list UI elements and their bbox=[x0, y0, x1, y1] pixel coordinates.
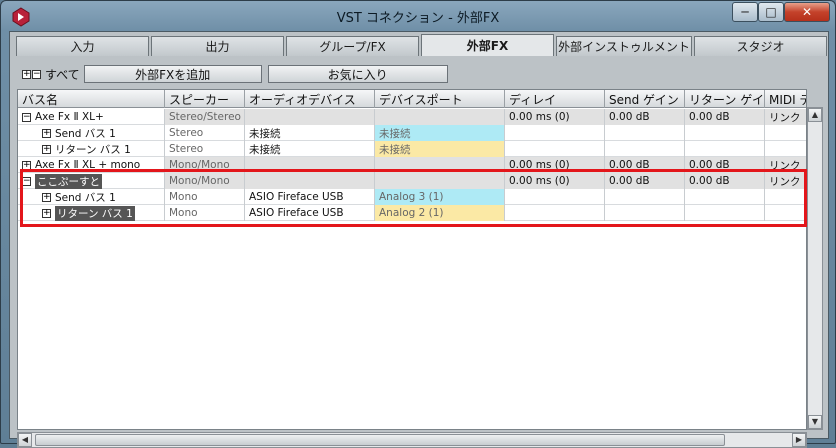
tab-external-fx[interactable]: 外部FX bbox=[421, 34, 554, 56]
cell-return-gain[interactable] bbox=[685, 141, 765, 157]
highlight-frame bbox=[20, 169, 807, 227]
scroll-down-icon[interactable]: ▼ bbox=[808, 415, 822, 429]
cell-delay[interactable]: 0.00 ms (0) bbox=[505, 109, 605, 125]
minimize-button[interactable]: ─ bbox=[732, 2, 758, 22]
add-external-fx-button[interactable]: 外部FXを追加 bbox=[83, 65, 262, 83]
cell-speaker[interactable]: Stereo bbox=[165, 141, 245, 157]
col-audio-device[interactable]: オーディオデバイス bbox=[245, 90, 375, 108]
main-panel: 入力 出力 グループ/FX 外部FX 外部インストゥルメント スタジオ + − … bbox=[9, 31, 829, 448]
cell-return-gain[interactable]: 0.00 dB bbox=[685, 109, 765, 125]
col-send-gain[interactable]: Send ゲイン bbox=[605, 90, 685, 108]
expand-all-button[interactable]: + bbox=[22, 69, 31, 79]
cell-audio-device[interactable]: 未接続 bbox=[245, 141, 375, 157]
table-header: バス名 スピーカー オーディオデバイス デバイスポート ディレイ Send ゲイ… bbox=[18, 90, 806, 108]
bus-table: バス名 スピーカー オーディオデバイス デバイスポート ディレイ Send ゲイ… bbox=[17, 89, 807, 430]
tab-studio[interactable]: スタジオ bbox=[694, 36, 827, 56]
cell-speaker[interactable]: Stereo bbox=[165, 125, 245, 141]
col-delay[interactable]: ディレイ bbox=[505, 90, 605, 108]
cell-delay[interactable] bbox=[505, 141, 605, 157]
toolbar: + − すべて 外部FXを追加 お気に入り bbox=[22, 65, 454, 83]
bus-name-label: リターン バス 1 bbox=[55, 143, 131, 156]
cell-midi-device[interactable] bbox=[765, 141, 806, 157]
col-midi-device[interactable]: MIDI デバイス bbox=[765, 90, 806, 108]
vertical-scrollbar[interactable]: ▲ ▼ bbox=[807, 107, 823, 430]
scroll-up-icon[interactable]: ▲ bbox=[808, 108, 822, 122]
window-title: VST コネクション - 外部FX bbox=[336, 11, 500, 26]
cell-bus-name[interactable]: + Send バス 1 bbox=[18, 125, 165, 141]
bus-name-label: Axe Fx Ⅱ XL+ bbox=[35, 111, 104, 123]
cell-return-gain[interactable] bbox=[685, 125, 765, 141]
collapse-icon[interactable]: − bbox=[22, 112, 31, 122]
cell-device-port[interactable]: 未接続 bbox=[375, 125, 505, 141]
cell-delay[interactable] bbox=[505, 125, 605, 141]
cell-device-port[interactable]: 未接続 bbox=[375, 141, 505, 157]
close-button[interactable]: ✕ bbox=[784, 2, 830, 22]
col-return-gain[interactable]: リターン ゲイン bbox=[685, 90, 765, 108]
col-device-port[interactable]: デバイスポート bbox=[375, 90, 505, 108]
expand-icon[interactable]: + bbox=[42, 128, 51, 138]
cell-device-port[interactable] bbox=[375, 109, 505, 125]
table-row[interactable]: − Axe Fx Ⅱ XL+ Stereo/Stereo 0.00 ms (0) 0.0… bbox=[18, 109, 806, 125]
expand-icon[interactable]: + bbox=[42, 144, 51, 154]
cell-bus-name[interactable]: − Axe Fx Ⅱ XL+ bbox=[18, 109, 165, 125]
maximize-button[interactable]: □ bbox=[758, 2, 784, 22]
tab-group-fx[interactable]: グループ/FX bbox=[286, 36, 419, 56]
cell-send-gain[interactable]: 0.00 dB bbox=[605, 109, 685, 125]
cell-send-gain[interactable] bbox=[605, 125, 685, 141]
tab-external-instruments[interactable]: 外部インストゥルメント bbox=[556, 36, 692, 56]
cell-send-gain[interactable] bbox=[605, 141, 685, 157]
all-label: すべて bbox=[45, 67, 80, 82]
tab-bar: 入力 出力 グループ/FX 外部FX 外部インストゥルメント スタジオ bbox=[16, 34, 829, 56]
col-bus-name[interactable]: バス名 bbox=[18, 90, 165, 108]
horizontal-scrollbar[interactable]: ◀ ▶ bbox=[17, 432, 807, 448]
cell-audio-device[interactable] bbox=[245, 109, 375, 125]
vst-connections-window: VST コネクション - 外部FX ─ □ ✕ 入力 出力 グループ/FX 外部… bbox=[0, 0, 836, 448]
favorites-button[interactable]: お気に入り bbox=[267, 65, 448, 83]
col-speaker[interactable]: スピーカー bbox=[165, 90, 245, 108]
bus-name-label: Send バス 1 bbox=[55, 127, 116, 140]
collapse-all-button[interactable]: − bbox=[32, 69, 41, 79]
cell-bus-name[interactable]: + リターン バス 1 bbox=[18, 141, 165, 157]
cell-midi-device[interactable] bbox=[765, 125, 806, 141]
cell-audio-device[interactable]: 未接続 bbox=[245, 125, 375, 141]
table-row[interactable]: + Send バス 1 Stereo 未接続 未接続 bbox=[18, 125, 806, 141]
horizontal-scroll-thumb[interactable] bbox=[35, 434, 725, 446]
scroll-left-icon[interactable]: ◀ bbox=[18, 433, 32, 447]
table-row[interactable]: + リターン バス 1 Stereo 未接続 未接続 bbox=[18, 141, 806, 157]
scroll-right-icon[interactable]: ▶ bbox=[792, 433, 806, 447]
tab-output[interactable]: 出力 bbox=[151, 36, 284, 56]
cell-speaker[interactable]: Stereo/Stereo bbox=[165, 109, 245, 125]
title-bar[interactable]: VST コネクション - 外部FX ─ □ ✕ bbox=[1, 1, 835, 31]
tab-input[interactable]: 入力 bbox=[16, 36, 149, 56]
cell-midi-device[interactable]: リンク bbox=[765, 109, 806, 125]
